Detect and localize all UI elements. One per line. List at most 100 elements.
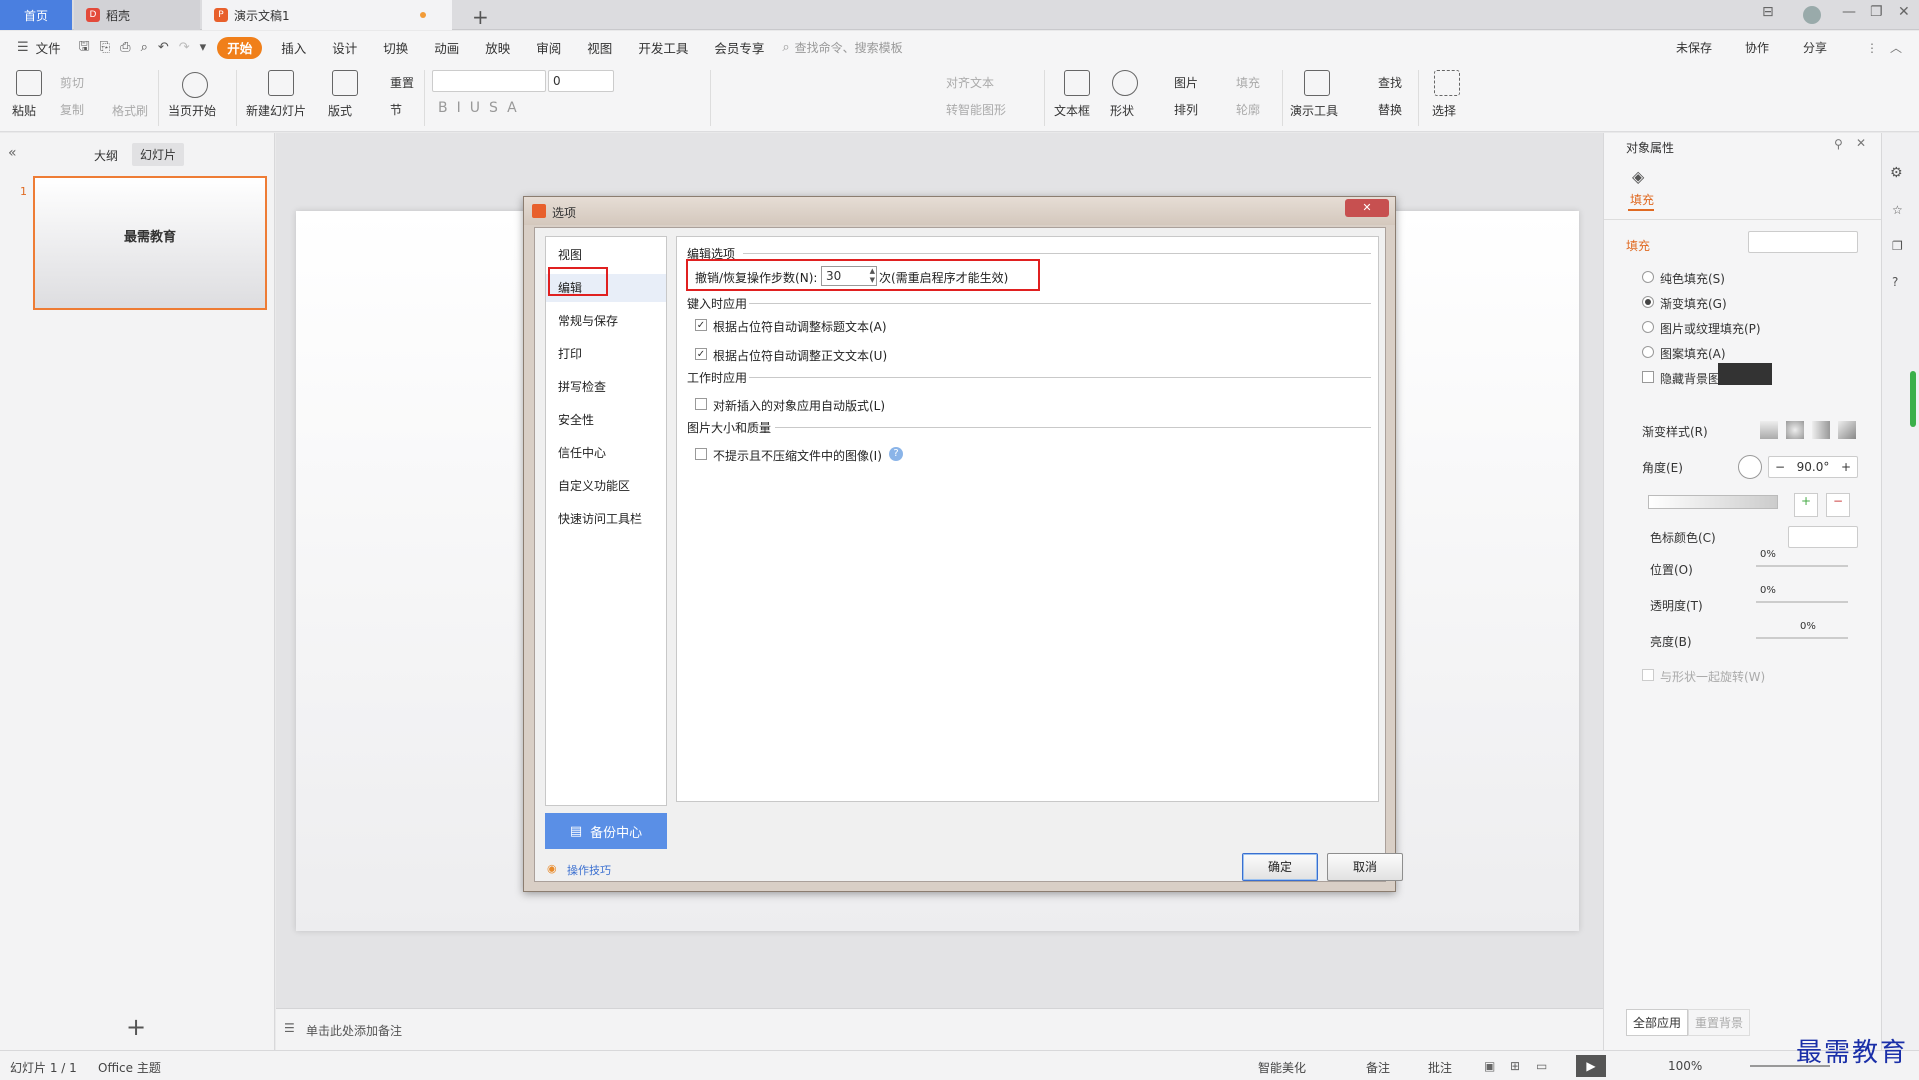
minimize-icon[interactable]: — [1842,4,1856,20]
menu-file[interactable]: 文件 [34,37,74,59]
body-autofit-checkbox[interactable]: ✓ [695,348,707,360]
comments-toggle[interactable]: 批注 [1428,1059,1452,1076]
collapse-ribbon-icon[interactable]: ︿ [1890,39,1902,56]
ime-toolbar[interactable] [1718,363,1772,385]
menu-transition[interactable]: 切换 [370,37,421,59]
reset-button[interactable]: 重置 [390,74,414,91]
menu-insert[interactable]: 插入 [268,37,319,59]
menu-animation[interactable]: 动画 [421,37,472,59]
nav-spell-check[interactable]: 拼写检查 [546,373,666,401]
fill-section-header[interactable]: 填充 [1626,237,1650,254]
hamburger-icon[interactable]: ☰ [12,40,34,55]
help-info-icon[interactable]: ? [889,447,903,461]
help-icon[interactable]: ? [1892,275,1898,289]
fill-preset-select[interactable] [1748,231,1858,253]
picture-fill-radio[interactable] [1642,321,1654,333]
textbox-icon[interactable] [1064,70,1090,96]
select-button[interactable]: 选择 [1432,102,1456,119]
gradient-rect-icon[interactable] [1812,421,1830,439]
menu-slideshow[interactable]: 放映 [472,37,523,59]
redo-icon[interactable]: ↷ [174,40,195,55]
nav-view[interactable]: 视图 [546,241,666,269]
menu-design[interactable]: 设计 [319,37,370,59]
no-compress-checkbox[interactable] [695,448,707,460]
pin-icon[interactable]: ⚲ [1834,137,1843,151]
command-search[interactable]: 查找命令、搜索模板 [795,39,903,56]
restore-icon[interactable]: ❐ [1870,4,1883,20]
new-slide-icon[interactable] [268,70,294,96]
print-icon[interactable]: ⎙ [115,40,135,55]
print-preview-icon[interactable]: ⌕ [136,40,153,55]
menu-developer[interactable]: 开发工具 [625,37,701,59]
solid-fill-radio[interactable] [1642,271,1654,283]
font-style-icons[interactable]: BIUSA [438,100,526,116]
smart-beautify-button[interactable]: 智能美化 [1258,1059,1306,1076]
font-size-select[interactable]: 0 [548,70,614,92]
tab-document[interactable]: P 演示文稿1 [202,0,452,30]
layout-icon[interactable]: ⊟ [1762,4,1774,20]
align-text-button[interactable]: 对齐文本 [946,74,994,91]
play-icon[interactable] [182,72,208,98]
angle-plus-icon[interactable]: + [1841,460,1851,474]
shape-icon[interactable] [1112,70,1138,96]
textbox-button[interactable]: 文本框 [1054,102,1090,119]
replace-button[interactable]: 替换 [1378,101,1402,118]
format-painter-button[interactable]: 格式刷 [112,102,148,119]
new-slide-button[interactable]: 新建幻灯片 [246,102,306,119]
ok-button[interactable]: 确定 [1242,853,1318,881]
normal-view-icon[interactable]: ▣ [1484,1059,1495,1073]
menu-view[interactable]: 视图 [574,37,625,59]
angle-minus-icon[interactable]: − [1775,460,1785,474]
rotate-with-shape-checkbox[interactable] [1642,669,1654,681]
save-icon[interactable]: 🖫 [74,37,95,59]
play-slideshow-icon[interactable]: ▶ [1576,1055,1606,1077]
apply-all-button[interactable]: 全部应用 [1626,1009,1689,1036]
avatar[interactable] [1803,6,1821,24]
scroll-indicator[interactable] [1910,371,1916,427]
transparency-slider[interactable] [1756,601,1848,603]
theme-name[interactable]: Office 主题 [98,1059,161,1076]
paste-button[interactable]: 粘贴 [12,102,36,119]
properties-icon[interactable]: ⚙ [1890,165,1903,181]
sorter-view-icon[interactable]: ⊞ [1510,1059,1520,1073]
smart-shape-button[interactable]: 转智能图形 [946,101,1006,118]
tab-outline[interactable]: 大纲 [94,147,118,164]
menu-review[interactable]: 审阅 [523,37,574,59]
tips-link[interactable]: 操作技巧 [567,862,611,878]
arrange-button[interactable]: 排列 [1174,101,1198,118]
cancel-button[interactable]: 取消 [1327,853,1403,881]
cut-button[interactable]: 剪切 [60,74,84,91]
reading-view-icon[interactable]: ▭ [1536,1059,1547,1073]
zoom-level[interactable]: 100% [1668,1059,1702,1073]
tab-daoke[interactable]: D 稻壳 [74,0,200,30]
section-button[interactable]: 节 [390,101,402,118]
dialog-close-icon[interactable]: ✕ [1345,199,1389,217]
gradient-fill-radio[interactable] [1642,296,1654,308]
picture-button[interactable]: 图片 [1174,74,1198,91]
brightness-slider[interactable] [1756,637,1848,639]
copy-button[interactable]: 复制 [60,101,84,118]
gradient-radial-icon[interactable] [1786,421,1804,439]
position-slider[interactable] [1756,565,1848,567]
angle-stepper[interactable]: −90.0° + [1768,456,1858,478]
nav-customize-ribbon[interactable]: 自定义功能区 [546,472,666,500]
unsaved-status[interactable]: 未保存 [1676,39,1712,56]
pattern-fill-radio[interactable] [1642,346,1654,358]
collab-button[interactable]: 协作 [1745,39,1769,56]
outline-button[interactable]: 轮廓 [1236,101,1260,118]
find-button[interactable]: 查找 [1378,74,1402,91]
add-slide-plus-icon[interactable]: + [126,1013,146,1041]
reset-bg-button[interactable]: 重置背景 [1688,1009,1751,1036]
nav-general-save[interactable]: 常规与保存 [546,307,666,335]
tab-home[interactable]: 首页 [0,0,72,30]
stop-color-select[interactable] [1788,526,1858,548]
nav-security[interactable]: 安全性 [546,406,666,434]
notes-area[interactable]: ☰ 单击此处添加备注 [276,1008,1603,1050]
more-icon[interactable]: ⋮ [1866,41,1878,55]
fill-button[interactable]: 填充 [1236,74,1260,91]
title-autofit-checkbox[interactable]: ✓ [695,319,707,331]
angle-dial[interactable] [1738,455,1762,479]
layout-button[interactable]: 版式 [328,102,352,119]
backup-center-button[interactable]: ▤ 备份中心 [545,813,667,849]
notes-toggle[interactable]: 备注 [1366,1059,1390,1076]
